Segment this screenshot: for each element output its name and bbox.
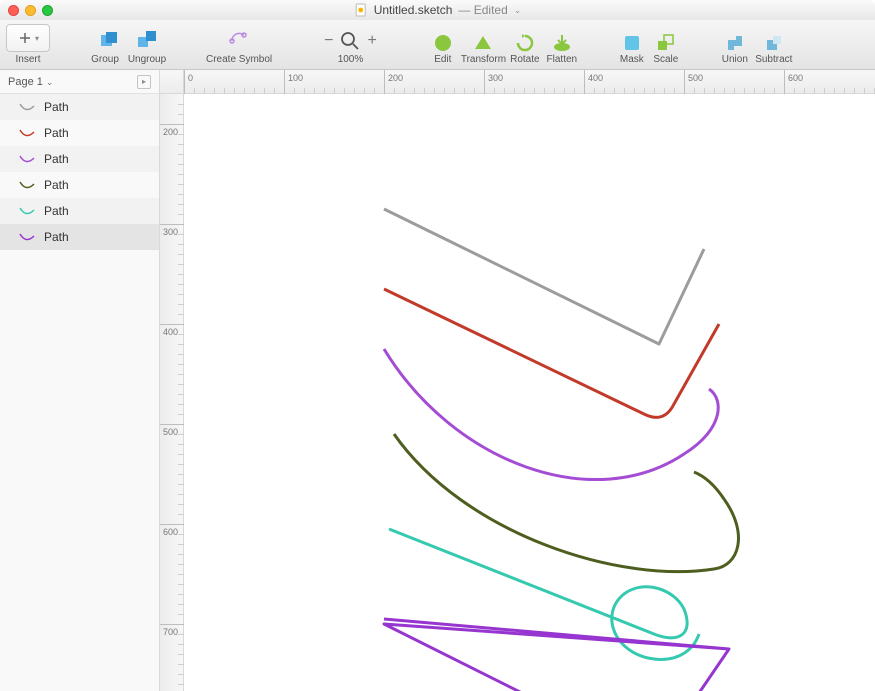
flatten-icon (551, 32, 573, 54)
layer-label: Path (44, 204, 69, 218)
magnifier-icon (339, 30, 361, 52)
subtract-button[interactable] (755, 32, 793, 54)
titlebar[interactable]: Untitled.sketch — Edited ⌄ (0, 0, 875, 20)
zoom-window-button[interactable] (42, 5, 53, 16)
group-icon (98, 29, 120, 51)
zoom-label: 100% (338, 54, 364, 65)
group-label: Group (88, 54, 122, 65)
layer-item[interactable]: Path (0, 172, 159, 198)
path-layer-icon (18, 126, 36, 140)
ungroup-label: Ungroup (126, 54, 168, 65)
group-button[interactable] (92, 26, 126, 54)
window-title[interactable]: Untitled.sketch — Edited ⌄ (354, 3, 522, 17)
chevron-down-icon: ▾ (35, 34, 39, 43)
rotate-icon (514, 32, 536, 54)
subtract-icon (763, 32, 785, 54)
insert-tool: ▾ Insert (6, 24, 50, 65)
rotate-button[interactable] (509, 32, 541, 54)
toolbar: ▾ Insert Group Ungroup (0, 20, 875, 70)
edit-icon (432, 32, 454, 54)
layer-label: Path (44, 100, 69, 114)
group-tools: Group Ungroup (88, 26, 168, 65)
insert-label: Insert (15, 54, 40, 65)
layer-label: Path (44, 230, 69, 244)
page-selector[interactable]: Page 1⌄ ▸ (0, 70, 159, 94)
horizontal-ruler: 0100200300400500600 (184, 70, 875, 94)
layer-label: Path (44, 178, 69, 192)
path-layer-icon (18, 204, 36, 218)
layer-item[interactable]: Path (0, 94, 159, 120)
body: Page 1⌄ ▸ Path Path Path Path Path Path 01002… (0, 70, 875, 691)
document-icon (354, 3, 368, 17)
document-filename: Untitled.sketch (374, 3, 453, 17)
document-status: — Edited (458, 3, 507, 17)
union-icon (724, 32, 746, 54)
union-button[interactable] (719, 32, 751, 54)
scale-label: Scale (651, 54, 681, 65)
chevron-down-icon: ⌄ (46, 77, 54, 87)
window: Untitled.sketch — Edited ⌄ ▾ Insert (0, 0, 875, 691)
transform-icon (472, 32, 494, 54)
transform-label: Transform (461, 54, 505, 65)
rotate-label: Rotate (509, 54, 541, 65)
ungroup-icon (136, 29, 158, 51)
close-window-button[interactable] (8, 5, 19, 16)
edit-label: Edit (429, 54, 457, 65)
layer-label: Path (44, 126, 69, 140)
layer-list: Path Path Path Path Path Path (0, 94, 159, 691)
flatten-button[interactable] (545, 32, 579, 54)
path-layer-icon (18, 178, 36, 192)
mask-scale-tools: Mask Scale (617, 32, 681, 65)
chevron-down-icon: ⌄ (514, 5, 522, 16)
layer-item[interactable]: Path (0, 198, 159, 224)
plus-icon (17, 30, 33, 46)
create-symbol-tool: Create Symbol (206, 24, 272, 65)
create-symbol-button[interactable] (222, 24, 256, 52)
mask-icon (621, 32, 643, 54)
page-label: Page 1 (8, 76, 43, 88)
flatten-label: Flatten (545, 54, 579, 65)
mask-button[interactable] (617, 32, 647, 54)
canvas[interactable] (184, 94, 875, 691)
layer-label: Path (44, 152, 69, 166)
edit-tools: Edit Transform Rotate Flatten (429, 32, 579, 65)
canvas-path[interactable] (384, 619, 729, 691)
path-layer-icon (18, 230, 36, 244)
scale-button[interactable] (651, 32, 681, 54)
subtract-label: Subtract (755, 54, 793, 65)
insert-button[interactable]: ▾ (6, 24, 50, 52)
sidebar: Page 1⌄ ▸ Path Path Path Path Path Path (0, 70, 160, 691)
canvas-area: 0100200300400500600 200300400500600700 (160, 70, 875, 691)
edit-button[interactable] (429, 32, 457, 54)
canvas-path[interactable] (384, 289, 719, 417)
layer-item[interactable]: Path (0, 224, 159, 250)
zoom-out-button[interactable]: − (324, 32, 333, 50)
ruler-corner (160, 70, 184, 94)
scale-icon (655, 32, 677, 54)
symbol-icon (228, 27, 250, 49)
layer-item[interactable]: Path (0, 120, 159, 146)
vertical-ruler: 200300400500600700 (160, 94, 184, 691)
zoom-tool: − + 100% (324, 30, 377, 65)
layer-item[interactable]: Path (0, 146, 159, 172)
transform-button[interactable] (461, 32, 505, 54)
mask-label: Mask (617, 54, 647, 65)
collapse-panel-button[interactable]: ▸ (137, 75, 151, 89)
path-layer-icon (18, 100, 36, 114)
path-layer-icon (18, 152, 36, 166)
canvas-path[interactable] (389, 529, 699, 659)
canvas-path[interactable] (384, 209, 704, 344)
ungroup-button[interactable] (130, 26, 164, 54)
create-symbol-label: Create Symbol (206, 54, 272, 65)
traffic-lights (8, 5, 53, 16)
boolean-tools: Union Subtract (719, 32, 793, 65)
zoom-in-button[interactable]: + (367, 32, 376, 50)
union-label: Union (719, 54, 751, 65)
canvas-paths (184, 94, 875, 691)
minimize-window-button[interactable] (25, 5, 36, 16)
